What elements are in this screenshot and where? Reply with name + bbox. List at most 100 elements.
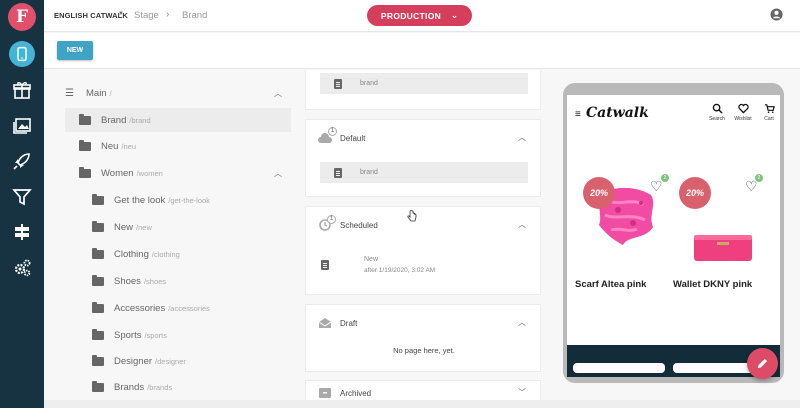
- tree-item-label: Brand: [101, 114, 127, 126]
- tree-item-brands[interactable]: Brands /brands: [65, 375, 291, 399]
- signpost-icon[interactable]: [7, 217, 37, 247]
- tree-item-slug: /get-the-look: [168, 195, 210, 205]
- folder-icon: [92, 274, 104, 286]
- tree-item-slug: /new: [136, 222, 152, 232]
- cart-action[interactable]: Cart: [756, 103, 780, 122]
- breadcrumb-stage[interactable]: Stage: [134, 10, 159, 21]
- chevron-up-icon[interactable]: ︿: [518, 132, 526, 143]
- product-image-wallet: [694, 235, 752, 261]
- tree-item-slug: /accessories: [168, 303, 210, 313]
- rocket-icon[interactable]: [7, 146, 37, 176]
- chevron-down-icon[interactable]: ﹀: [518, 387, 526, 398]
- document-icon: [334, 78, 342, 89]
- tree-item-label: Brands: [114, 381, 145, 393]
- heart-icon: [737, 103, 749, 114]
- storefront-logo[interactable]: Catwalk: [586, 105, 649, 121]
- tree-item-new[interactable]: New /new: [65, 215, 291, 239]
- tree-item-women[interactable]: Women /women ︿: [65, 161, 291, 185]
- version-card-draft: Draft ︿ No page here, yet.: [305, 304, 541, 372]
- tree-item-designer[interactable]: Designer /designer: [65, 349, 291, 373]
- envelope-open-icon: [318, 318, 332, 328]
- environment-button[interactable]: PRODUCTION ⌄: [367, 5, 472, 26]
- toolbar: NEW: [44, 33, 800, 69]
- empty-state-text: No page here, yet.: [393, 346, 455, 355]
- hamburger-menu-icon[interactable]: ≡: [575, 109, 581, 120]
- card-title: Scheduled: [340, 220, 378, 230]
- tree-item-slug: /brands: [147, 382, 173, 392]
- folder-icon: [79, 113, 91, 125]
- version-item-label: brand: [360, 80, 378, 87]
- chevron-up-icon[interactable]: ︿: [274, 88, 282, 99]
- site-dropdown-icon[interactable]: ▼: [118, 11, 124, 17]
- heart-icon[interactable]: ♡: [650, 178, 663, 195]
- device-preview: ≡ Catwalk Search Wishlist Cart 20% ♡ 2 S…: [563, 83, 784, 383]
- tree-item-label: Clothing: [114, 248, 149, 260]
- chevron-up-icon[interactable]: ︿: [518, 317, 526, 328]
- edit-button[interactable]: [747, 348, 778, 379]
- tree-root[interactable]: ☰ Main / ︿: [65, 81, 291, 105]
- site-selector[interactable]: ENGLISH CATWALK: [54, 11, 128, 20]
- pencil-icon: [757, 358, 768, 369]
- tree-item-accessories[interactable]: Accessories /accessories: [65, 296, 291, 320]
- top-bar: ENGLISH CATWALK ▼ Stage › Brand PRODUCTI…: [44, 0, 800, 32]
- card-header[interactable]: Archived: [318, 387, 371, 399]
- version-item[interactable]: brand: [320, 162, 528, 183]
- page-tree: ☰ Main / ︿ Brand /brand Neu /neu Women /…: [44, 70, 296, 400]
- tree-item-sports[interactable]: Sports /sports: [65, 323, 291, 347]
- count-badge: 1: [328, 127, 337, 136]
- new-button[interactable]: NEW: [57, 41, 93, 60]
- tree-item-slug: /neu: [121, 141, 137, 151]
- gift-icon[interactable]: [7, 75, 37, 105]
- product-card[interactable]: 20% ♡ 2 Scarf Altea pink: [571, 155, 671, 295]
- tree-item-slug: /clothing: [151, 249, 180, 259]
- footer-button[interactable]: [573, 363, 665, 373]
- gears-icon[interactable]: [7, 253, 37, 283]
- tree-item-clothing[interactable]: Clothing /clothing: [65, 242, 291, 266]
- breadcrumb-brand: Brand: [182, 10, 208, 21]
- tree-root-slug: /: [109, 88, 112, 98]
- filter-icon[interactable]: [7, 182, 37, 212]
- version-card-scheduled: Scheduled 1 ︿ New after 1/19/2020, 3:02 …: [305, 206, 541, 295]
- version-item[interactable]: brand: [320, 73, 528, 94]
- document-icon: [321, 260, 329, 270]
- tree-item-label: Neu: [101, 140, 119, 152]
- scheduled-item-title[interactable]: New: [364, 256, 378, 263]
- chevron-up-icon[interactable]: ︿: [274, 168, 282, 179]
- version-item-label: brand: [360, 169, 378, 176]
- product-card[interactable]: 20% ♡ 2 Wallet DKNY pink: [673, 155, 773, 295]
- chevron-up-icon[interactable]: ︿: [518, 219, 526, 230]
- version-card-top: brand: [305, 70, 541, 110]
- chevron-down-icon: ⌄: [451, 11, 459, 20]
- wishlist-count-badge: 2: [755, 174, 763, 182]
- count-badge: 1: [327, 215, 336, 224]
- mobile-icon[interactable]: [9, 41, 35, 67]
- sidebar: F: [0, 0, 44, 408]
- card-title: Default: [340, 133, 366, 143]
- user-account-icon[interactable]: [770, 8, 783, 21]
- tree-item-get-the-look[interactable]: Get the look /get-the-look: [65, 188, 291, 212]
- bottom-scroll-area: [44, 400, 800, 408]
- card-title: Draft: [340, 318, 358, 328]
- tree-item-shoes[interactable]: Shoes /shoes: [65, 269, 291, 293]
- folder-icon: [92, 247, 104, 259]
- folder-icon: [92, 220, 104, 232]
- card-title: Archived: [340, 388, 372, 398]
- wishlist-action[interactable]: Wishlist: [730, 103, 756, 122]
- gallery-icon[interactable]: [7, 111, 37, 141]
- card-header[interactable]: Draft: [318, 317, 357, 329]
- tree-item-label: Get the look: [114, 194, 166, 206]
- tree-item-slug: /women: [136, 168, 163, 178]
- tree-item-slug: /brand: [129, 115, 151, 125]
- search-action[interactable]: Search: [704, 103, 730, 122]
- hand-cursor-icon: [407, 210, 417, 222]
- folder-icon: [92, 301, 104, 313]
- product-name[interactable]: Scarf Altea pink: [575, 279, 646, 290]
- wishlist-label: Wishlist: [734, 116, 752, 122]
- card-header[interactable]: Default: [318, 132, 365, 144]
- folder-icon: [92, 380, 104, 392]
- scheduled-item-date: after 1/19/2020, 3:02 AM: [364, 267, 436, 274]
- app-logo[interactable]: F: [8, 3, 36, 31]
- tree-item-brand[interactable]: Brand /brand: [65, 108, 291, 132]
- tree-item-neu[interactable]: Neu /neu: [65, 134, 291, 158]
- product-name[interactable]: Wallet DKNY pink: [673, 279, 752, 290]
